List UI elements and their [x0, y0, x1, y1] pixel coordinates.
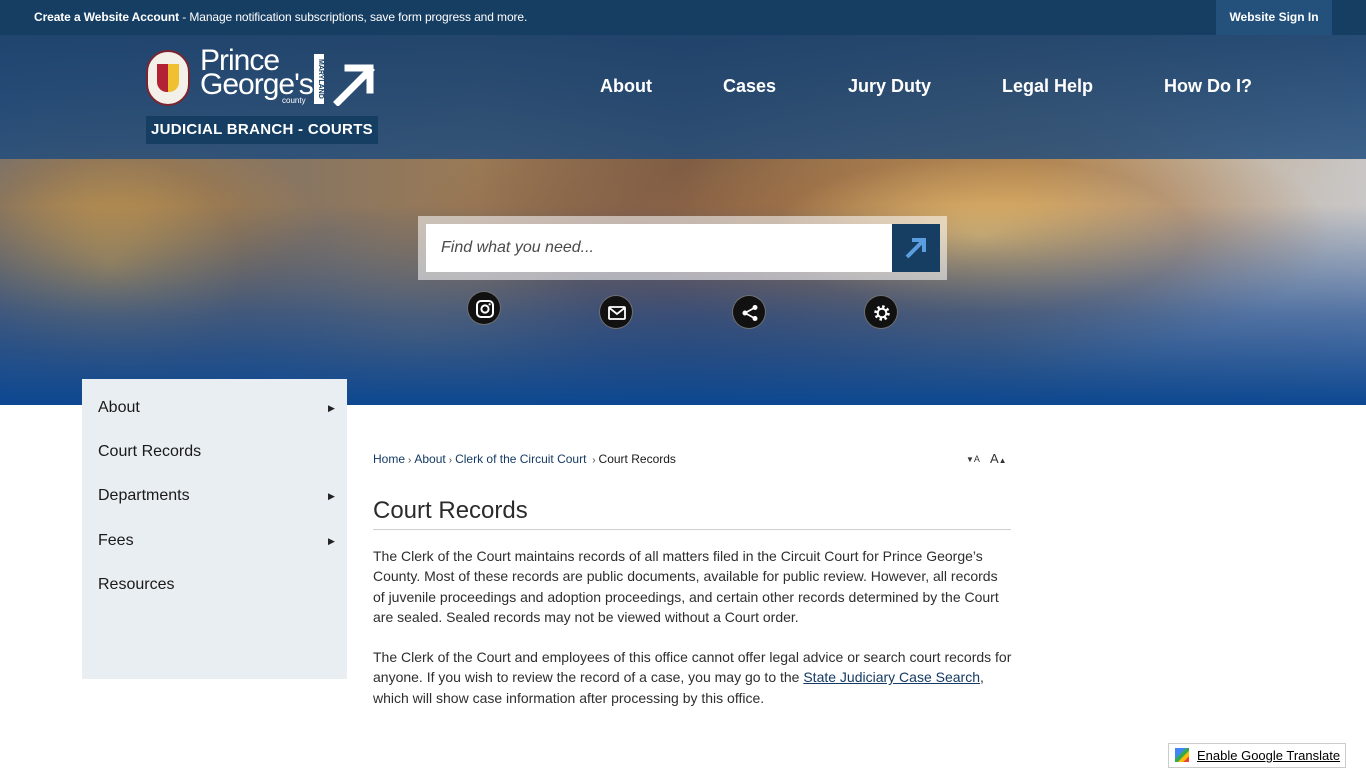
nav-jury-duty[interactable]: Jury Duty: [848, 76, 931, 97]
search-container: [418, 216, 947, 280]
breadcrumb-about[interactable]: About: [414, 452, 445, 466]
increase-font-label: A: [990, 451, 999, 466]
logo-state: MARYLAND: [314, 54, 324, 104]
share-link[interactable]: [732, 295, 766, 329]
case-search-link[interactable]: State Judiciary Case Search: [803, 669, 980, 685]
instagram-icon: [476, 300, 494, 318]
caret-down-icon: ▼: [966, 455, 974, 464]
google-logo-icon: [1175, 748, 1189, 762]
decrease-font-label: A: [973, 454, 980, 464]
submenu-arrow-icon[interactable]: ▶: [328, 536, 335, 547]
nav-cases[interactable]: Cases: [723, 76, 776, 97]
email-link[interactable]: [599, 295, 633, 329]
breadcrumb: Home › About › Clerk of the Circuit Court › C…: [373, 452, 676, 466]
translate-label[interactable]: Enable Google Translate: [1197, 748, 1340, 763]
advice-paragraph: The Clerk of the Court and employees of …: [373, 647, 1013, 708]
decrease-font-button[interactable]: ▼A: [966, 451, 980, 465]
increase-font-button[interactable]: A▲: [990, 451, 1007, 466]
breadcrumb-current: Court Records: [598, 452, 676, 466]
county-seal-icon: [146, 50, 190, 106]
submenu-arrow-icon[interactable]: ▶: [328, 403, 335, 414]
sidebar-navigation: About ▶ Court Records Departments ▶ Fees…: [82, 379, 347, 679]
instagram-link[interactable]: [467, 291, 501, 325]
top-utility-bar: Create a Website Account - Manage notifi…: [0, 0, 1366, 35]
search-button[interactable]: [892, 224, 940, 272]
breadcrumb-separator: ›: [448, 455, 453, 466]
search-input[interactable]: [426, 224, 892, 272]
create-account-link[interactable]: Create a Website Account: [34, 10, 179, 24]
breadcrumb-home[interactable]: Home: [373, 452, 405, 466]
sidebar-item-label: Resources: [98, 576, 175, 593]
submenu-arrow-icon[interactable]: ▶: [328, 491, 335, 502]
sidebar-item-label: Departments: [98, 487, 190, 504]
title-divider: [373, 529, 1011, 530]
sidebar-item-fees[interactable]: Fees ▶: [82, 512, 347, 556]
settings-link[interactable]: [864, 295, 898, 329]
nav-how-do-i[interactable]: How Do I?: [1164, 76, 1252, 97]
promo-text: - Manage notification subscriptions, sav…: [178, 10, 528, 24]
breadcrumb-separator: ›: [589, 455, 596, 466]
intro-paragraph: The Clerk of the Court maintains records…: [373, 548, 999, 625]
logo-county: county: [282, 96, 306, 105]
sidebar-item-about[interactable]: About ▶: [82, 379, 347, 423]
google-translate-widget[interactable]: Enable Google Translate: [1168, 743, 1346, 768]
settings-icon: [874, 305, 890, 321]
judicial-branch-label: JUDICIAL BRANCH - COURTS: [146, 116, 378, 144]
breadcrumb-clerk[interactable]: Clerk of the Circuit Court: [455, 452, 586, 466]
page-title: Court Records: [373, 497, 528, 524]
share-icon: [742, 305, 758, 321]
email-icon: [608, 306, 626, 320]
sidebar-item-court-records[interactable]: Court Records: [82, 423, 347, 467]
account-promo: Create a Website Account - Manage notifi…: [34, 10, 527, 24]
nav-legal-help[interactable]: Legal Help: [1002, 76, 1093, 97]
logo-arrow-icon: [333, 64, 375, 106]
nav-about[interactable]: About: [600, 76, 652, 97]
caret-up-icon: ▲: [998, 456, 1007, 465]
sidebar-item-label: Court Records: [98, 443, 202, 460]
breadcrumb-separator: ›: [408, 455, 412, 466]
sidebar-item-label: About: [98, 399, 140, 416]
arrow-up-right-icon: [905, 238, 926, 259]
sidebar-item-resources[interactable]: Resources: [82, 556, 347, 600]
website-sign-in-button[interactable]: Website Sign In: [1216, 0, 1332, 35]
sidebar-item-label: Fees: [98, 532, 134, 549]
sidebar-item-departments[interactable]: Departments ▶: [82, 467, 347, 511]
